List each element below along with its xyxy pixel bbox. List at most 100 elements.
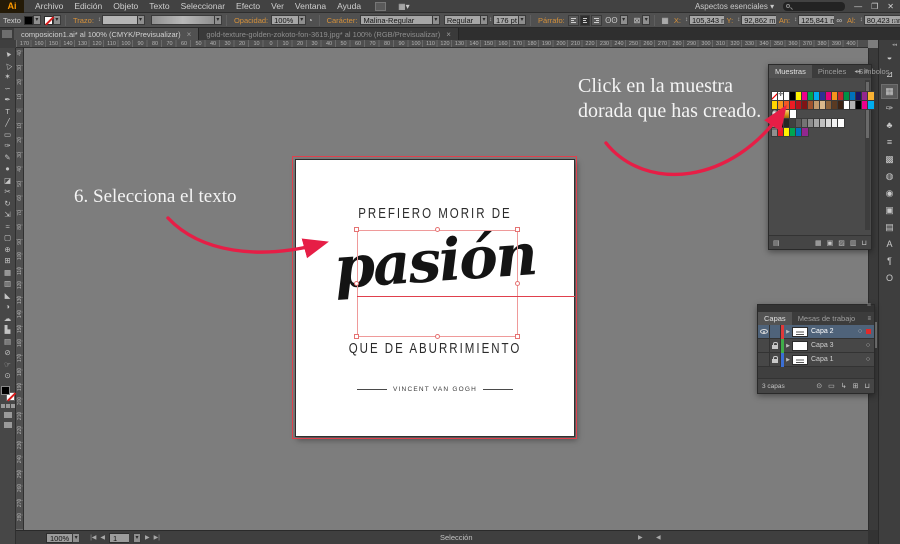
swatch[interactable] [783, 100, 791, 110]
layers-tab-capas[interactable]: Capas [758, 312, 792, 325]
swatch[interactable] [771, 100, 779, 110]
swatches-panel-icon[interactable]: ▦ [881, 84, 898, 99]
swatch[interactable]: ✛ [777, 91, 785, 101]
symbol-sprayer-tool[interactable]: ☁ [0, 313, 16, 325]
clipping-mask-icon[interactable]: ▭ [828, 382, 835, 390]
swatch[interactable] [819, 118, 827, 128]
hscroll-left-arrow[interactable]: ◀ [656, 534, 661, 541]
blob-brush-tool[interactable]: ● [0, 163, 16, 175]
close-button[interactable]: ✕ [887, 2, 894, 12]
gold-swatch[interactable] [783, 109, 791, 119]
document-tab-2[interactable]: gold-texture-golden-zokoto-fon-3619.jpg*… [199, 28, 459, 40]
eyedropper-tool[interactable]: ◣ [0, 290, 16, 302]
gradient-panel-icon[interactable]: ▩ [881, 152, 898, 167]
arrange-documents-icon[interactable]: ▦▾ [398, 2, 410, 11]
prev-artboard-button[interactable]: ◀ [100, 534, 105, 541]
swatch[interactable] [831, 91, 839, 101]
swatch[interactable] [795, 127, 803, 137]
swatch[interactable] [861, 100, 869, 110]
swatch[interactable] [849, 100, 857, 110]
glasses-dropdown[interactable]: ▾ [619, 15, 628, 25]
free-transform-tool[interactable]: ▢ [0, 232, 16, 244]
new-swatch-icon[interactable]: ▥ [850, 239, 857, 247]
layers-panel-icon[interactable]: ▤ [881, 220, 898, 235]
next-artboard-button[interactable]: ▶ [145, 534, 150, 541]
panel-menu-icon[interactable]: ≡ [864, 69, 868, 75]
swatch[interactable] [807, 100, 815, 110]
swatch[interactable] [843, 100, 851, 110]
paintbrush-tool[interactable]: ✑ [0, 140, 16, 152]
swatch[interactable] [783, 118, 791, 128]
brushes-panel-icon[interactable]: ✑ [881, 101, 898, 116]
tab-close-icon[interactable]: × [446, 30, 451, 39]
selection-handle[interactable] [515, 334, 520, 339]
font-size-dropdown[interactable]: ▾ [518, 15, 527, 25]
zoom-level-field[interactable]: 100% [46, 532, 73, 543]
align-center-button[interactable] [579, 14, 591, 26]
swatch[interactable] [825, 91, 833, 101]
stroke-weight-dropdown[interactable]: ▾ [136, 15, 145, 25]
menu-seleccionar[interactable]: Seleccionar [181, 1, 225, 11]
font-size-field[interactable]: 176 pt [493, 15, 519, 25]
swatch[interactable] [831, 100, 839, 110]
y-field[interactable]: 92,862 mm [741, 15, 776, 25]
width-tool[interactable]: ≈ [0, 221, 16, 233]
layer-name[interactable]: Capa 2 [811, 328, 854, 335]
layer-name[interactable]: Capa 1 [811, 356, 862, 363]
fill-dropdown-icon[interactable]: ▾ [32, 15, 41, 25]
swatch[interactable] [837, 91, 845, 101]
first-artboard-button[interactable]: |◀ [90, 534, 96, 541]
swatch[interactable] [825, 100, 833, 110]
swatches-tab-pinceles[interactable]: Pinceles [812, 65, 852, 78]
y-label[interactable]: Y: [727, 16, 734, 25]
selection-handle[interactable] [354, 334, 359, 339]
swatch[interactable] [849, 91, 857, 101]
height-stepper[interactable]: ↕ [860, 17, 863, 23]
artboard-tool[interactable]: ▤ [0, 336, 16, 348]
opacity-label[interactable]: Opacidad: [234, 16, 268, 25]
no-style-icon[interactable]: ⊠ [634, 16, 641, 25]
swatch[interactable] [837, 118, 845, 128]
shape-builder-tool[interactable]: ⊕ [0, 244, 16, 256]
stroke-stepper[interactable]: ↕ [98, 17, 101, 23]
color-group-icon[interactable] [771, 118, 779, 128]
eraser-tool[interactable]: ◪ [0, 175, 16, 187]
swatch[interactable] [855, 100, 863, 110]
menu-ver[interactable]: Ver [271, 1, 284, 11]
swatch[interactable] [777, 109, 785, 119]
swatch[interactable] [801, 100, 809, 110]
layer-target-icon[interactable]: ○ [854, 328, 866, 335]
stroke-panel-icon[interactable]: ≡ [881, 135, 898, 150]
artboard[interactable]: PREFIERO MORIR DE pasión QUE DE ABURRIMI… [295, 159, 575, 437]
swatch[interactable] [819, 100, 827, 110]
scale-tool[interactable]: ⇲ [0, 209, 16, 221]
width-profile-dropdown[interactable]: ▾ [213, 15, 222, 25]
scissors-tool[interactable]: ✂ [0, 186, 16, 198]
width-profile-field[interactable] [150, 15, 214, 25]
fill-stroke-indicator[interactable] [0, 385, 15, 401]
layers-panel-grab-bar[interactable] [758, 302, 874, 312]
selection-handle[interactable] [515, 227, 520, 232]
blend-tool[interactable]: ◑ [0, 301, 16, 313]
width-field[interactable]: 125,841 mm [798, 15, 835, 25]
selection-handle[interactable] [435, 334, 440, 339]
document-tab-1[interactable]: composicion1.ai* al 100% (CMYK/Previsual… [14, 28, 200, 40]
bridge-icon[interactable] [375, 1, 387, 11]
swatch[interactable] [783, 127, 791, 137]
swatch[interactable] [777, 118, 785, 128]
layer-row-capa-1[interactable]: ▶ Capa 1 ○ [758, 352, 874, 367]
column-graph-tool[interactable]: ▙ [0, 324, 16, 336]
swatch[interactable] [867, 91, 875, 101]
vertical-ruler[interactable]: 0 10 20 30 40 10 20 30 40 50 60 70 80 90 100 110 120 130 1… [16, 48, 24, 530]
menu-ventana[interactable]: Ventana [295, 1, 326, 11]
layer-target-icon[interactable]: ○ [862, 356, 874, 363]
lasso-tool[interactable]: ∽ [0, 83, 16, 95]
character-panel-icon[interactable]: A [881, 237, 898, 252]
swatch-options-icon[interactable]: ▣ [827, 239, 834, 247]
appearance-panel-icon[interactable]: ◉ [881, 186, 898, 201]
swatch[interactable] [795, 118, 803, 128]
menu-archivo[interactable]: Archivo [35, 1, 63, 11]
artboard-number-field[interactable]: 1 [109, 532, 129, 543]
color-group-icon[interactable] [771, 127, 779, 137]
paragraph-panel-icon[interactable]: ¶ [881, 254, 898, 269]
